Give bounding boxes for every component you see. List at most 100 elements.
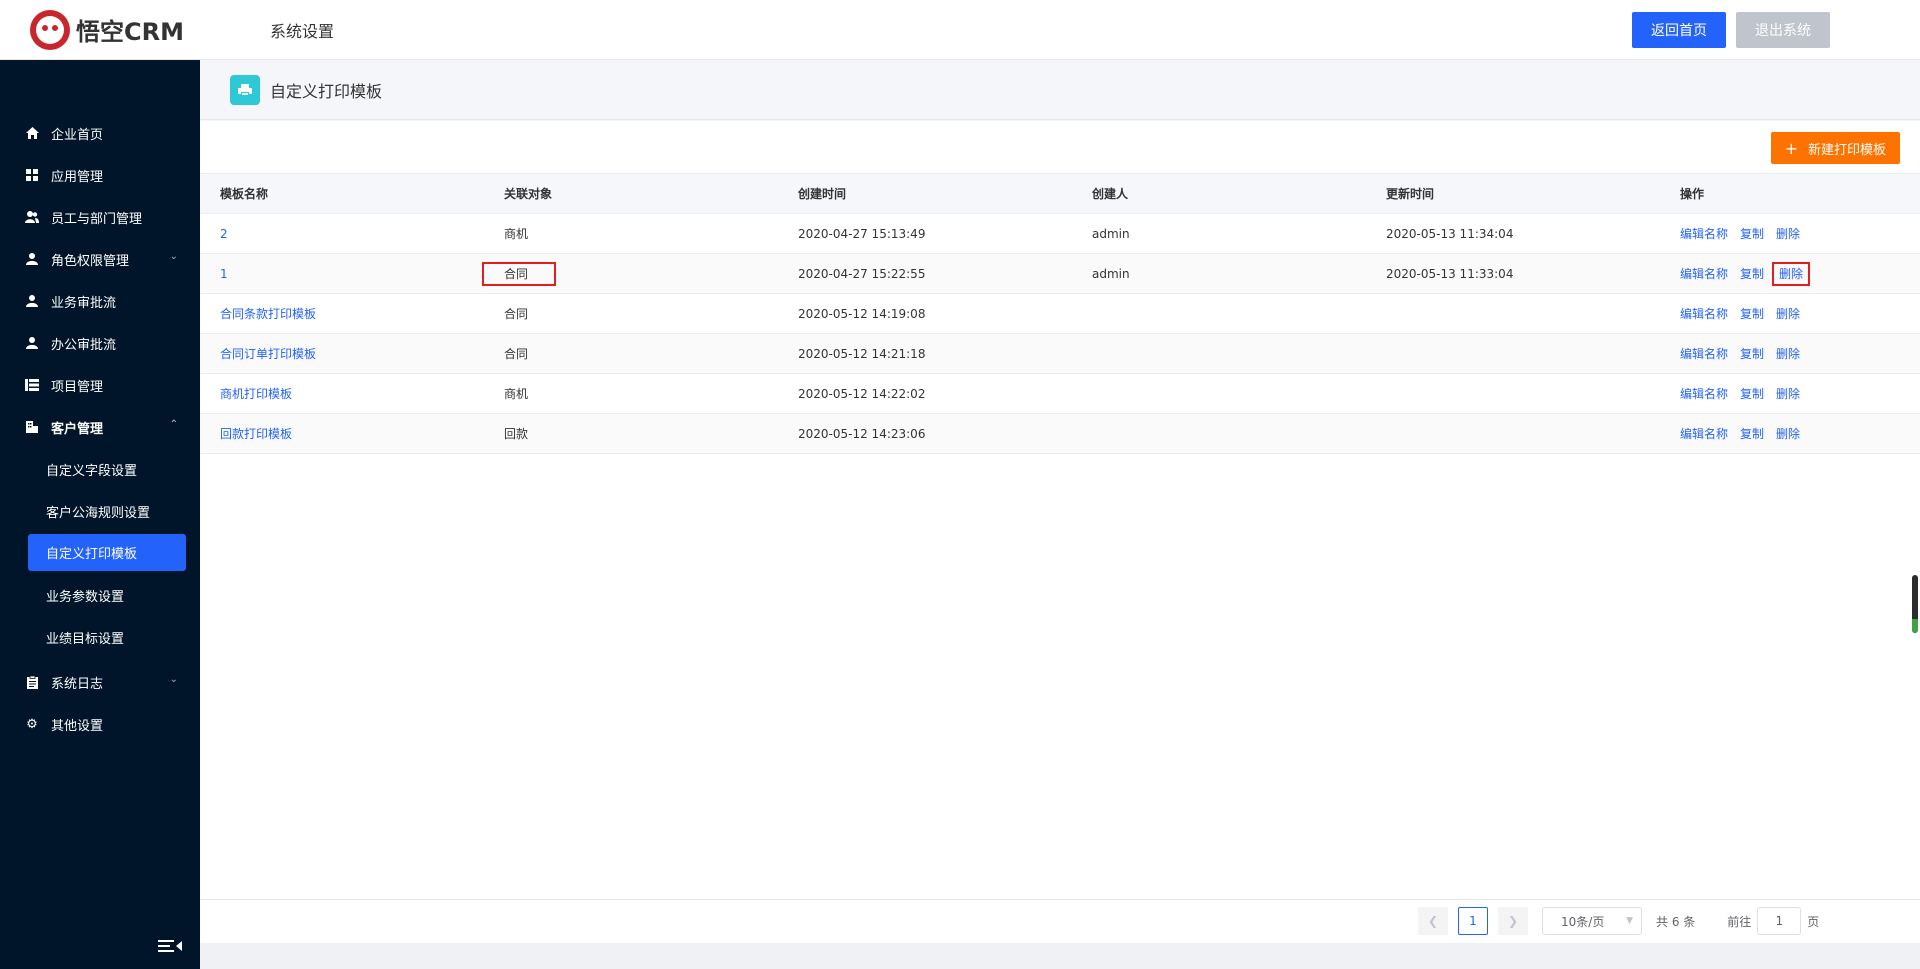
copy-link[interactable]: 复制 bbox=[1740, 347, 1764, 361]
new-print-template-button[interactable]: + 新建打印模板 bbox=[1770, 132, 1900, 164]
collapse-sidebar-icon[interactable] bbox=[158, 937, 182, 955]
column-header-created: 创建时间 bbox=[778, 173, 1072, 214]
created-time: 2020-05-12 14:22:02 bbox=[778, 373, 1072, 414]
prev-page-button[interactable]: ❮ bbox=[1418, 907, 1448, 935]
edit-name-link[interactable]: 编辑名称 bbox=[1680, 267, 1728, 281]
printer-icon bbox=[230, 74, 260, 105]
back-home-button[interactable]: 返回首页 bbox=[1632, 12, 1726, 48]
sidebar-item-system-log[interactable]: 系统日志 ⌄ bbox=[0, 661, 200, 703]
sidebar-item-label: 业务审批流 bbox=[51, 295, 117, 311]
template-name-link[interactable]: 回款打印模板 bbox=[220, 427, 292, 441]
sidebar: 企业首页 应用管理 员工与部门管理 角色权限管理 ⌄ 业务审批流 办公审批流 项… bbox=[0, 60, 200, 969]
table-row: 2 商机 2020-04-27 15:13:49 admin 2020-05-1… bbox=[200, 213, 1920, 254]
template-name-link[interactable]: 2 bbox=[220, 227, 228, 241]
creator: admin bbox=[1072, 213, 1366, 254]
sidebar-item-other-settings[interactable]: ⚙ 其他设置 bbox=[0, 703, 200, 745]
goto-page-input[interactable] bbox=[1757, 907, 1802, 935]
sidebar-item-business-approval[interactable]: 业务审批流 bbox=[0, 280, 200, 322]
updated-time bbox=[1366, 333, 1660, 374]
submenu-business-params[interactable]: 业务参数设置 bbox=[0, 574, 200, 616]
sidebar-item-label: 企业首页 bbox=[51, 127, 104, 143]
submenu-pool-rules[interactable]: 客户公海规则设置 bbox=[0, 490, 200, 532]
page-number-1[interactable]: 1 bbox=[1458, 907, 1488, 935]
sidebar-item-customers[interactable]: 客户管理 ⌃ bbox=[0, 406, 200, 448]
logo[interactable]: 悟空CRM bbox=[30, 9, 240, 50]
page-size-value: 10条/页 bbox=[1561, 914, 1605, 929]
sidebar-item-label: 系统日志 bbox=[51, 676, 104, 692]
copy-link[interactable]: 复制 bbox=[1740, 427, 1764, 441]
page-size-select[interactable]: 10条/页 ▼ bbox=[1542, 907, 1642, 935]
home-icon bbox=[25, 126, 39, 140]
users-icon bbox=[25, 210, 39, 224]
sidebar-item-home[interactable]: 企业首页 bbox=[0, 112, 200, 154]
chevron-down-icon: ▼ bbox=[1626, 916, 1633, 926]
updated-time: 2020-05-13 11:34:04 bbox=[1366, 213, 1660, 254]
chevron-down-icon: ⌄ bbox=[169, 251, 178, 262]
creator bbox=[1072, 413, 1366, 454]
table-row: 1 合同 2020-04-27 15:22:55 admin 2020-05-1… bbox=[200, 253, 1920, 294]
delete-link[interactable]: 删除 bbox=[1776, 227, 1800, 241]
page-header: 自定义打印模板 bbox=[200, 60, 1920, 120]
column-header-updated: 更新时间 bbox=[1366, 173, 1660, 214]
edit-name-link[interactable]: 编辑名称 bbox=[1680, 227, 1728, 241]
sidebar-item-roles[interactable]: 角色权限管理 ⌄ bbox=[0, 238, 200, 280]
updated-time bbox=[1366, 293, 1660, 334]
submenu-performance-goals[interactable]: 业绩目标设置 bbox=[0, 616, 200, 658]
copy-link[interactable]: 复制 bbox=[1740, 227, 1764, 241]
sidebar-item-staff[interactable]: 员工与部门管理 bbox=[0, 196, 200, 238]
related-object: 合同 bbox=[484, 333, 778, 374]
copy-link[interactable]: 复制 bbox=[1740, 387, 1764, 401]
related-object: 商机 bbox=[484, 213, 778, 254]
submenu-print-templates[interactable]: 自定义打印模板 bbox=[28, 534, 186, 571]
edit-name-link[interactable]: 编辑名称 bbox=[1680, 307, 1728, 321]
template-name-link[interactable]: 商机打印模板 bbox=[220, 387, 292, 401]
column-header-object: 关联对象 bbox=[484, 173, 778, 214]
template-name-link[interactable]: 1 bbox=[220, 267, 228, 281]
sidebar-item-office-approval[interactable]: 办公审批流 bbox=[0, 322, 200, 364]
table-row: 商机打印模板 商机 2020-05-12 14:22:02 编辑名称 复制 删除 bbox=[200, 373, 1920, 414]
scroll-indicator[interactable] bbox=[1912, 575, 1918, 633]
pagination-bar: ❮ 1 ❯ 10条/页 ▼ 共 6 条 前往 页 bbox=[200, 899, 1920, 943]
content-panel: + 新建打印模板 模板名称 关联对象 创建时间 创建人 更新时间 操作 2 商机 bbox=[200, 121, 1920, 943]
related-object: 商机 bbox=[484, 373, 778, 414]
creator bbox=[1072, 293, 1366, 334]
user-icon bbox=[25, 336, 39, 350]
edit-name-link[interactable]: 编辑名称 bbox=[1680, 387, 1728, 401]
delete-link[interactable]: 删除 bbox=[1776, 347, 1800, 361]
template-name-link[interactable]: 合同订单打印模板 bbox=[220, 347, 316, 361]
sidebar-item-label: 员工与部门管理 bbox=[51, 211, 143, 227]
delete-link[interactable]: 删除 bbox=[1776, 427, 1800, 441]
sidebar-item-label: 项目管理 bbox=[51, 379, 104, 395]
related-object: 回款 bbox=[484, 413, 778, 454]
delete-link[interactable]: 删除 bbox=[1776, 387, 1800, 401]
customer-submenu: 自定义字段设置 客户公海规则设置 自定义打印模板 业务参数设置 业绩目标设置 bbox=[0, 448, 200, 658]
chevron-right-icon: ❯ bbox=[1507, 914, 1519, 928]
submenu-custom-fields[interactable]: 自定义字段设置 bbox=[0, 448, 200, 490]
page-title: 自定义打印模板 bbox=[270, 81, 383, 101]
sidebar-item-label: 角色权限管理 bbox=[51, 253, 130, 269]
sidebar-item-label: 其他设置 bbox=[51, 718, 104, 734]
logout-button[interactable]: 退出系统 bbox=[1736, 12, 1830, 48]
next-page-button[interactable]: ❯ bbox=[1498, 907, 1528, 935]
edit-name-link[interactable]: 编辑名称 bbox=[1680, 427, 1728, 441]
copy-link[interactable]: 复制 bbox=[1740, 307, 1764, 321]
creator bbox=[1072, 373, 1366, 414]
template-name-link[interactable]: 合同条款打印模板 bbox=[220, 307, 316, 321]
copy-link[interactable]: 复制 bbox=[1740, 267, 1764, 281]
sidebar-item-label: 客户管理 bbox=[51, 421, 104, 437]
created-time: 2020-05-12 14:21:18 bbox=[778, 333, 1072, 374]
page-suffix: 页 bbox=[1807, 914, 1820, 929]
chevron-up-icon: ⌃ bbox=[169, 419, 178, 430]
delete-link[interactable]: 删除 bbox=[1776, 307, 1800, 321]
pagination: ❮ 1 ❯ 10条/页 ▼ 共 6 条 前往 页 bbox=[1418, 907, 1819, 935]
sidebar-item-projects[interactable]: 项目管理 bbox=[0, 364, 200, 406]
column-header-actions: 操作 bbox=[1660, 173, 1920, 214]
created-time: 2020-04-27 15:22:55 bbox=[778, 253, 1072, 294]
monkey-logo-icon bbox=[30, 9, 70, 50]
delete-link[interactable]: 删除 bbox=[1772, 262, 1811, 286]
table-row: 合同订单打印模板 合同 2020-05-12 14:21:18 编辑名称 复制 删除 bbox=[200, 333, 1920, 374]
building-icon bbox=[25, 420, 39, 434]
edit-name-link[interactable]: 编辑名称 bbox=[1680, 347, 1728, 361]
updated-time bbox=[1366, 413, 1660, 454]
sidebar-item-apps[interactable]: 应用管理 bbox=[0, 154, 200, 196]
